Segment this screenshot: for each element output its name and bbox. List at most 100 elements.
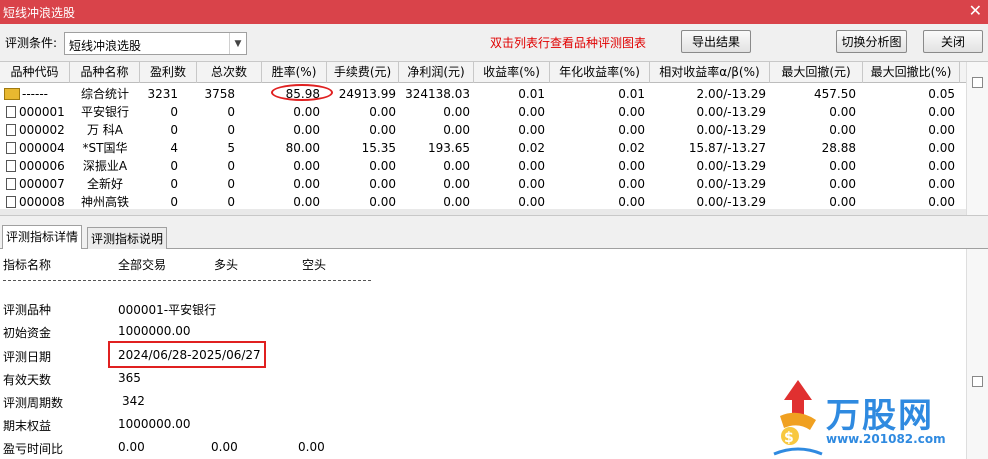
condition-select[interactable]: 短线冲浪选股 ▼ xyxy=(64,32,247,55)
cell-text: 0 xyxy=(227,195,235,209)
results-grid[interactable]: 品种代码 品种名称 盈利数 总次数 胜率(%) 手续费(元) 净利润(元) 收益… xyxy=(0,61,988,216)
table-row[interactable]: 000001 平安银行 0 0 0.00 0.00 0.00 0.00 0.00 0.00/-13… xyxy=(0,103,966,121)
cell-maxddr: 0.00 xyxy=(863,139,955,157)
col-header-rate[interactable]: 胜率(%) xyxy=(262,62,327,83)
cell-rate: 80.00 xyxy=(262,139,320,157)
cell-name: 全新好 xyxy=(70,175,140,193)
col-header-maxddr[interactable]: 最大回撤比(%) xyxy=(863,62,960,83)
checkbox[interactable] xyxy=(972,77,983,88)
logo-mascot-icon: $ xyxy=(773,380,823,456)
cell-text: 0.00 xyxy=(518,123,545,137)
detail-long: 0.00 xyxy=(211,440,238,454)
cell-text: 0.00 xyxy=(443,105,470,119)
table-row[interactable]: 000004 *ST国华 4 5 80.00 15.35 193.65 0.02 0.02 15.… xyxy=(0,139,966,157)
detail-label: 有效天数 xyxy=(3,373,52,387)
cell-rate: 0.00 xyxy=(262,175,320,193)
table-row[interactable]: 000006 深振业A 0 0 0.00 0.00 0.00 0.00 0.00 0.00/-13… xyxy=(0,157,966,175)
cell-text: 万 科A xyxy=(86,123,124,137)
table-row[interactable]: 000007 全新好 0 0 0.00 0.00 0.00 0.00 0.00 0.00/-13.… xyxy=(0,175,966,193)
cell-name: 万 科A xyxy=(70,121,140,139)
cell-text: 15.35 xyxy=(361,141,396,155)
cell-maxdd: 0.00 xyxy=(770,157,856,175)
cell-text: 神州高铁 xyxy=(80,195,129,209)
cell-text: 0.00 xyxy=(928,141,955,155)
cell-maxdd: 0.00 xyxy=(770,103,856,121)
cell-text: 80.00 xyxy=(285,141,320,155)
cell-text: 综合统计 xyxy=(80,87,129,101)
cell-rate: 0.00 xyxy=(262,121,320,139)
tab-indicator-description[interactable]: 评测指标说明 xyxy=(87,227,168,249)
export-button-label: 导出结果 xyxy=(691,35,740,49)
cell-rel: 2.00/-13.29 xyxy=(650,85,766,103)
table-row[interactable]: ------ 综合统计 3231 3758 85.98 24913.99 324138.03… xyxy=(0,85,966,103)
cell-text: 0.00 xyxy=(293,177,320,191)
cell-text: 193.65 xyxy=(428,141,470,155)
detail-header-all: 全部交易 xyxy=(118,258,167,272)
cell-fee: 0.00 xyxy=(327,103,396,121)
cell-text: 0.00/-13.29 xyxy=(696,123,766,137)
table-row[interactable]: 000002 万 科A 0 0 0.00 0.00 0.00 0.00 0.00 0.00/-13… xyxy=(0,121,966,139)
col-header-win[interactable]: 盈利数 xyxy=(140,62,197,83)
export-button[interactable]: 导出结果 xyxy=(681,30,751,53)
vertical-scrollbar[interactable] xyxy=(966,62,988,215)
cell-total: 0 xyxy=(197,103,235,121)
document-icon xyxy=(6,106,16,118)
cell-text: 3758 xyxy=(204,87,235,101)
cell-text: 0.00 xyxy=(618,105,645,119)
cell-text: 0.05 xyxy=(928,87,955,101)
col-header-total[interactable]: 总次数 xyxy=(197,62,262,83)
cell-text: 000004 xyxy=(19,141,65,155)
cell-text: 4 xyxy=(170,141,178,155)
detail-header-long: 多头 xyxy=(214,258,239,272)
horizontal-scrollbar[interactable] xyxy=(0,209,966,215)
checkbox[interactable] xyxy=(972,376,983,387)
cell-text: 0.00/-13.29 xyxy=(696,195,766,209)
col-header-annual[interactable]: 年化收益率(%) xyxy=(550,62,650,83)
cell-text: 0.00 xyxy=(829,159,856,173)
cell-profit: 0.00 xyxy=(399,121,470,139)
document-icon xyxy=(6,178,16,190)
cell-text: *ST国华 xyxy=(82,141,128,155)
col-header-code[interactable]: 品种代码 xyxy=(0,62,70,83)
cell-code: ------ xyxy=(0,85,70,103)
switch-chart-button[interactable]: 切换分析图 xyxy=(836,30,907,53)
cell-maxdd: 457.50 xyxy=(770,85,856,103)
window-close-icon[interactable]: ✕ xyxy=(969,1,982,20)
cell-total: 3758 xyxy=(197,85,235,103)
col-header-fee[interactable]: 手续费(元) xyxy=(327,62,399,83)
folder-icon xyxy=(4,88,20,100)
cell-maxddr: 0.05 xyxy=(863,85,955,103)
cell-rel: 0.00/-13.29 xyxy=(650,121,766,139)
cell-text: 0.00/-13.29 xyxy=(696,105,766,119)
cell-annual: 0.00 xyxy=(550,103,645,121)
col-header-relative[interactable]: 相对收益率α/β(%) xyxy=(650,62,770,83)
close-button[interactable]: 关闭 xyxy=(923,30,983,53)
col-header-return[interactable]: 收益率(%) xyxy=(474,62,550,83)
cell-text: 0.01 xyxy=(618,87,645,101)
cell-text: 3231 xyxy=(147,87,178,101)
tab-indicator-details[interactable]: 评测指标详情 xyxy=(2,225,83,250)
cell-text: 0.00 xyxy=(829,195,856,209)
switch-chart-button-label: 切换分析图 xyxy=(841,35,902,49)
cell-text: 5 xyxy=(227,141,235,155)
cell-annual: 0.00 xyxy=(550,121,645,139)
cell-win: 0 xyxy=(140,175,178,193)
cell-total: 0 xyxy=(197,157,235,175)
condition-label: 评测条件: xyxy=(5,36,58,50)
chevron-down-icon[interactable]: ▼ xyxy=(229,33,246,54)
cell-ret: 0.00 xyxy=(474,175,545,193)
cell-text: 平安银行 xyxy=(80,105,129,119)
cell-text: 000001 xyxy=(19,105,65,119)
cell-total: 0 xyxy=(197,121,235,139)
cell-rel: 0.00/-13.29 xyxy=(650,157,766,175)
col-header-profit[interactable]: 净利润(元) xyxy=(399,62,474,83)
col-header-name[interactable]: 品种名称 xyxy=(70,62,140,83)
cell-win: 3231 xyxy=(140,85,178,103)
cell-code: 000002 xyxy=(0,121,70,139)
cell-text: 0.00 xyxy=(928,195,955,209)
cell-text: 24913.99 xyxy=(338,87,396,101)
svg-text:$: $ xyxy=(784,430,794,446)
cell-ret: 0.01 xyxy=(474,85,545,103)
col-header-maxdd[interactable]: 最大回撤(元) xyxy=(770,62,863,83)
detail-label: 评测周期数 xyxy=(3,396,64,410)
